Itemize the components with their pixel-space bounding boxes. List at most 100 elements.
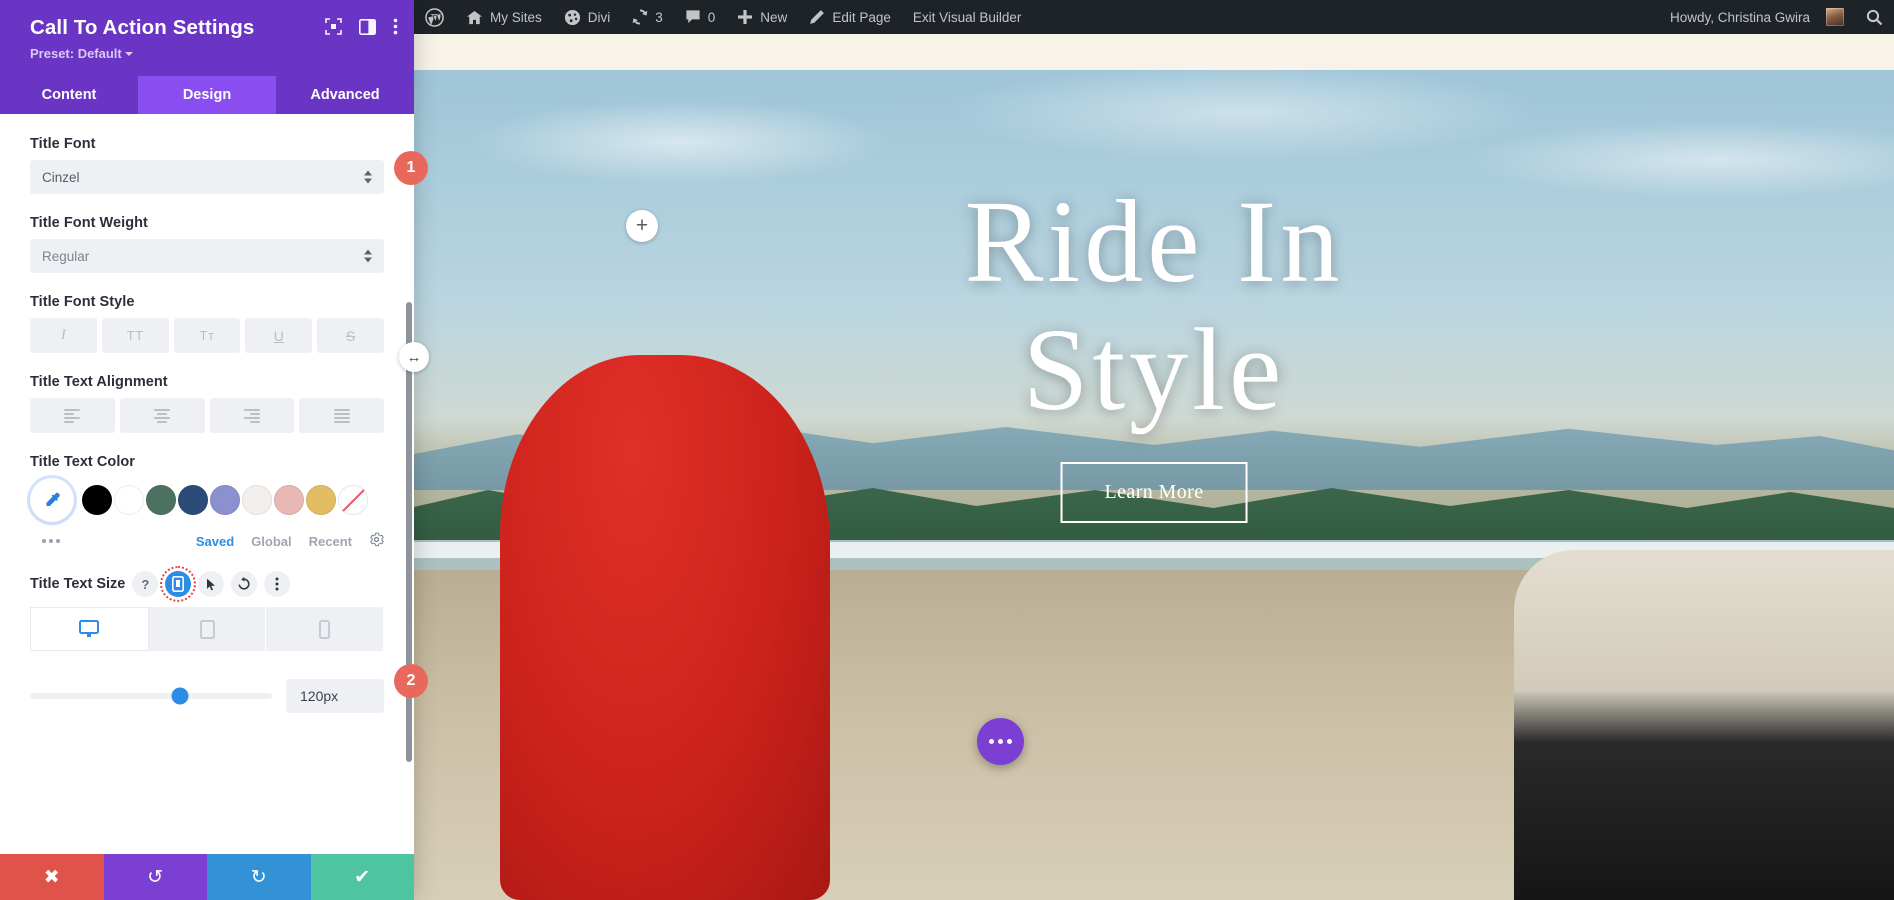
person-in-red-jacket (500, 355, 830, 900)
chevron-down-icon (125, 52, 133, 56)
comments-count: 0 (708, 10, 716, 25)
eyedropper-icon (42, 490, 62, 510)
comments-button[interactable]: 0 (674, 0, 727, 34)
select-arrows-icon (364, 250, 372, 263)
preset-selector[interactable]: Preset: Default (30, 46, 396, 61)
updates-button[interactable]: 3 (621, 0, 674, 34)
underline-button[interactable]: U (245, 318, 312, 353)
tab-design[interactable]: Design (138, 76, 276, 114)
add-module-button[interactable]: + (626, 210, 658, 242)
palette-tab-recent[interactable]: Recent (309, 534, 352, 549)
hover-toggle-icon[interactable] (198, 571, 224, 597)
more-options-icon[interactable] (264, 571, 290, 597)
help-icon[interactable]: ? (132, 571, 158, 597)
panel-footer: ✖ ↺ ↻ ✔ (0, 854, 414, 900)
swatch-cream[interactable] (242, 485, 272, 515)
reset-icon[interactable] (231, 571, 257, 597)
field-title-font: Title Font Cinzel (30, 136, 384, 194)
user-avatar (1826, 8, 1844, 26)
annotation-badge-2: 2 (394, 664, 428, 698)
wordpress-logo-button[interactable] (414, 0, 455, 34)
responsive-toggle-icon[interactable] (165, 571, 191, 597)
panel-layout-icon[interactable] (359, 19, 376, 40)
swatch-blush[interactable] (274, 485, 304, 515)
wp-admin-bar: My Sites Divi 3 0 New Edit Page Exit Vis… (414, 0, 1894, 34)
preset-label: Preset: Default (30, 46, 122, 61)
divi-label: Divi (588, 10, 611, 25)
swatch-gold[interactable] (306, 485, 336, 515)
new-label: New (760, 10, 787, 25)
annotation-badge-1: 1 (394, 151, 428, 185)
discard-button[interactable]: ✖ (0, 854, 104, 900)
uppercase-button[interactable]: TT (102, 318, 169, 353)
eyedropper-button[interactable] (30, 478, 74, 522)
slider-handle[interactable] (172, 688, 189, 705)
title-font-weight-select[interactable]: Regular (30, 239, 384, 273)
palette-tab-global[interactable]: Global (251, 534, 291, 549)
select-arrows-icon (364, 171, 372, 184)
tab-content[interactable]: Content (0, 76, 138, 114)
swatch-white[interactable] (114, 485, 144, 515)
title-font-label: Title Font (30, 136, 384, 152)
hero-section: Ride In Style Learn More + (414, 70, 1894, 900)
swatch-periwinkle[interactable] (210, 485, 240, 515)
title-text-alignment-label: Title Text Alignment (30, 374, 384, 390)
panel-header-icons (325, 18, 398, 40)
align-right-icon (244, 409, 260, 423)
device-tab-tablet[interactable] (149, 607, 267, 651)
page-preview: My Sites Divi 3 0 New Edit Page Exit Vis… (414, 0, 1894, 900)
more-options-icon[interactable] (393, 18, 398, 40)
tab-advanced[interactable]: Advanced (276, 76, 414, 114)
title-font-select[interactable]: Cinzel (30, 160, 384, 194)
search-button[interactable] (1855, 0, 1894, 34)
focus-module-icon[interactable] (325, 18, 342, 40)
swatch-navy[interactable] (178, 485, 208, 515)
account-menu[interactable]: Howdy, Christina Gwira (1659, 0, 1855, 34)
device-tab-phone[interactable] (266, 607, 384, 651)
howdy-label: Howdy, Christina Gwira (1670, 10, 1810, 25)
title-text-size-header: Title Text Size ? (30, 571, 384, 597)
tablet-icon (200, 620, 215, 639)
redo-button[interactable]: ↻ (207, 854, 311, 900)
divi-button[interactable]: Divi (553, 0, 622, 34)
desktop-icon (79, 620, 99, 638)
wordpress-logo-icon (425, 8, 444, 27)
title-font-value: Cinzel (42, 170, 80, 185)
save-button[interactable]: ✔ (311, 854, 415, 900)
align-center-icon (154, 409, 170, 423)
title-text-alignment-buttons (30, 398, 384, 433)
title-font-style-buttons: I TT Tᴛ U S (30, 318, 384, 353)
align-right-button[interactable] (210, 398, 295, 433)
edit-page-button[interactable]: Edit Page (798, 0, 902, 34)
gear-icon[interactable] (369, 532, 384, 550)
panel-body: Title Font Cinzel Title Font Weight Regu… (0, 114, 414, 854)
italic-button[interactable]: I (30, 318, 97, 353)
small-caps-button[interactable]: Tᴛ (174, 318, 241, 353)
swatch-green[interactable] (146, 485, 176, 515)
align-center-button[interactable] (120, 398, 205, 433)
title-text-size-label: Title Text Size (30, 576, 125, 592)
learn-more-button[interactable]: Learn More (1061, 462, 1248, 523)
plus-icon (737, 9, 753, 25)
exit-visual-builder-button[interactable]: Exit Visual Builder (902, 0, 1033, 34)
align-justify-button[interactable] (299, 398, 384, 433)
device-tab-desktop[interactable] (30, 607, 149, 651)
palette-tab-saved[interactable]: Saved (196, 534, 234, 549)
panel-resize-handle[interactable]: ↔ (399, 342, 429, 372)
pencil-icon (809, 9, 825, 25)
text-size-input[interactable]: 120px (286, 679, 384, 713)
undo-button[interactable]: ↺ (104, 854, 208, 900)
swatch-none[interactable] (338, 485, 368, 515)
more-colors-icon[interactable] (42, 539, 60, 543)
text-size-slider[interactable] (30, 693, 272, 699)
strikethrough-button[interactable]: S (317, 318, 384, 353)
align-left-button[interactable] (30, 398, 115, 433)
field-title-text-color: Title Text Color Saved Global Recent (30, 454, 384, 550)
field-title-text-size: Title Text Size ? (30, 571, 384, 713)
builder-settings-fab[interactable] (977, 718, 1024, 765)
my-sites-button[interactable]: My Sites (455, 0, 553, 34)
search-icon (1866, 9, 1883, 26)
title-font-weight-value: Regular (42, 249, 89, 264)
swatch-black[interactable] (82, 485, 112, 515)
new-content-button[interactable]: New (726, 0, 798, 34)
